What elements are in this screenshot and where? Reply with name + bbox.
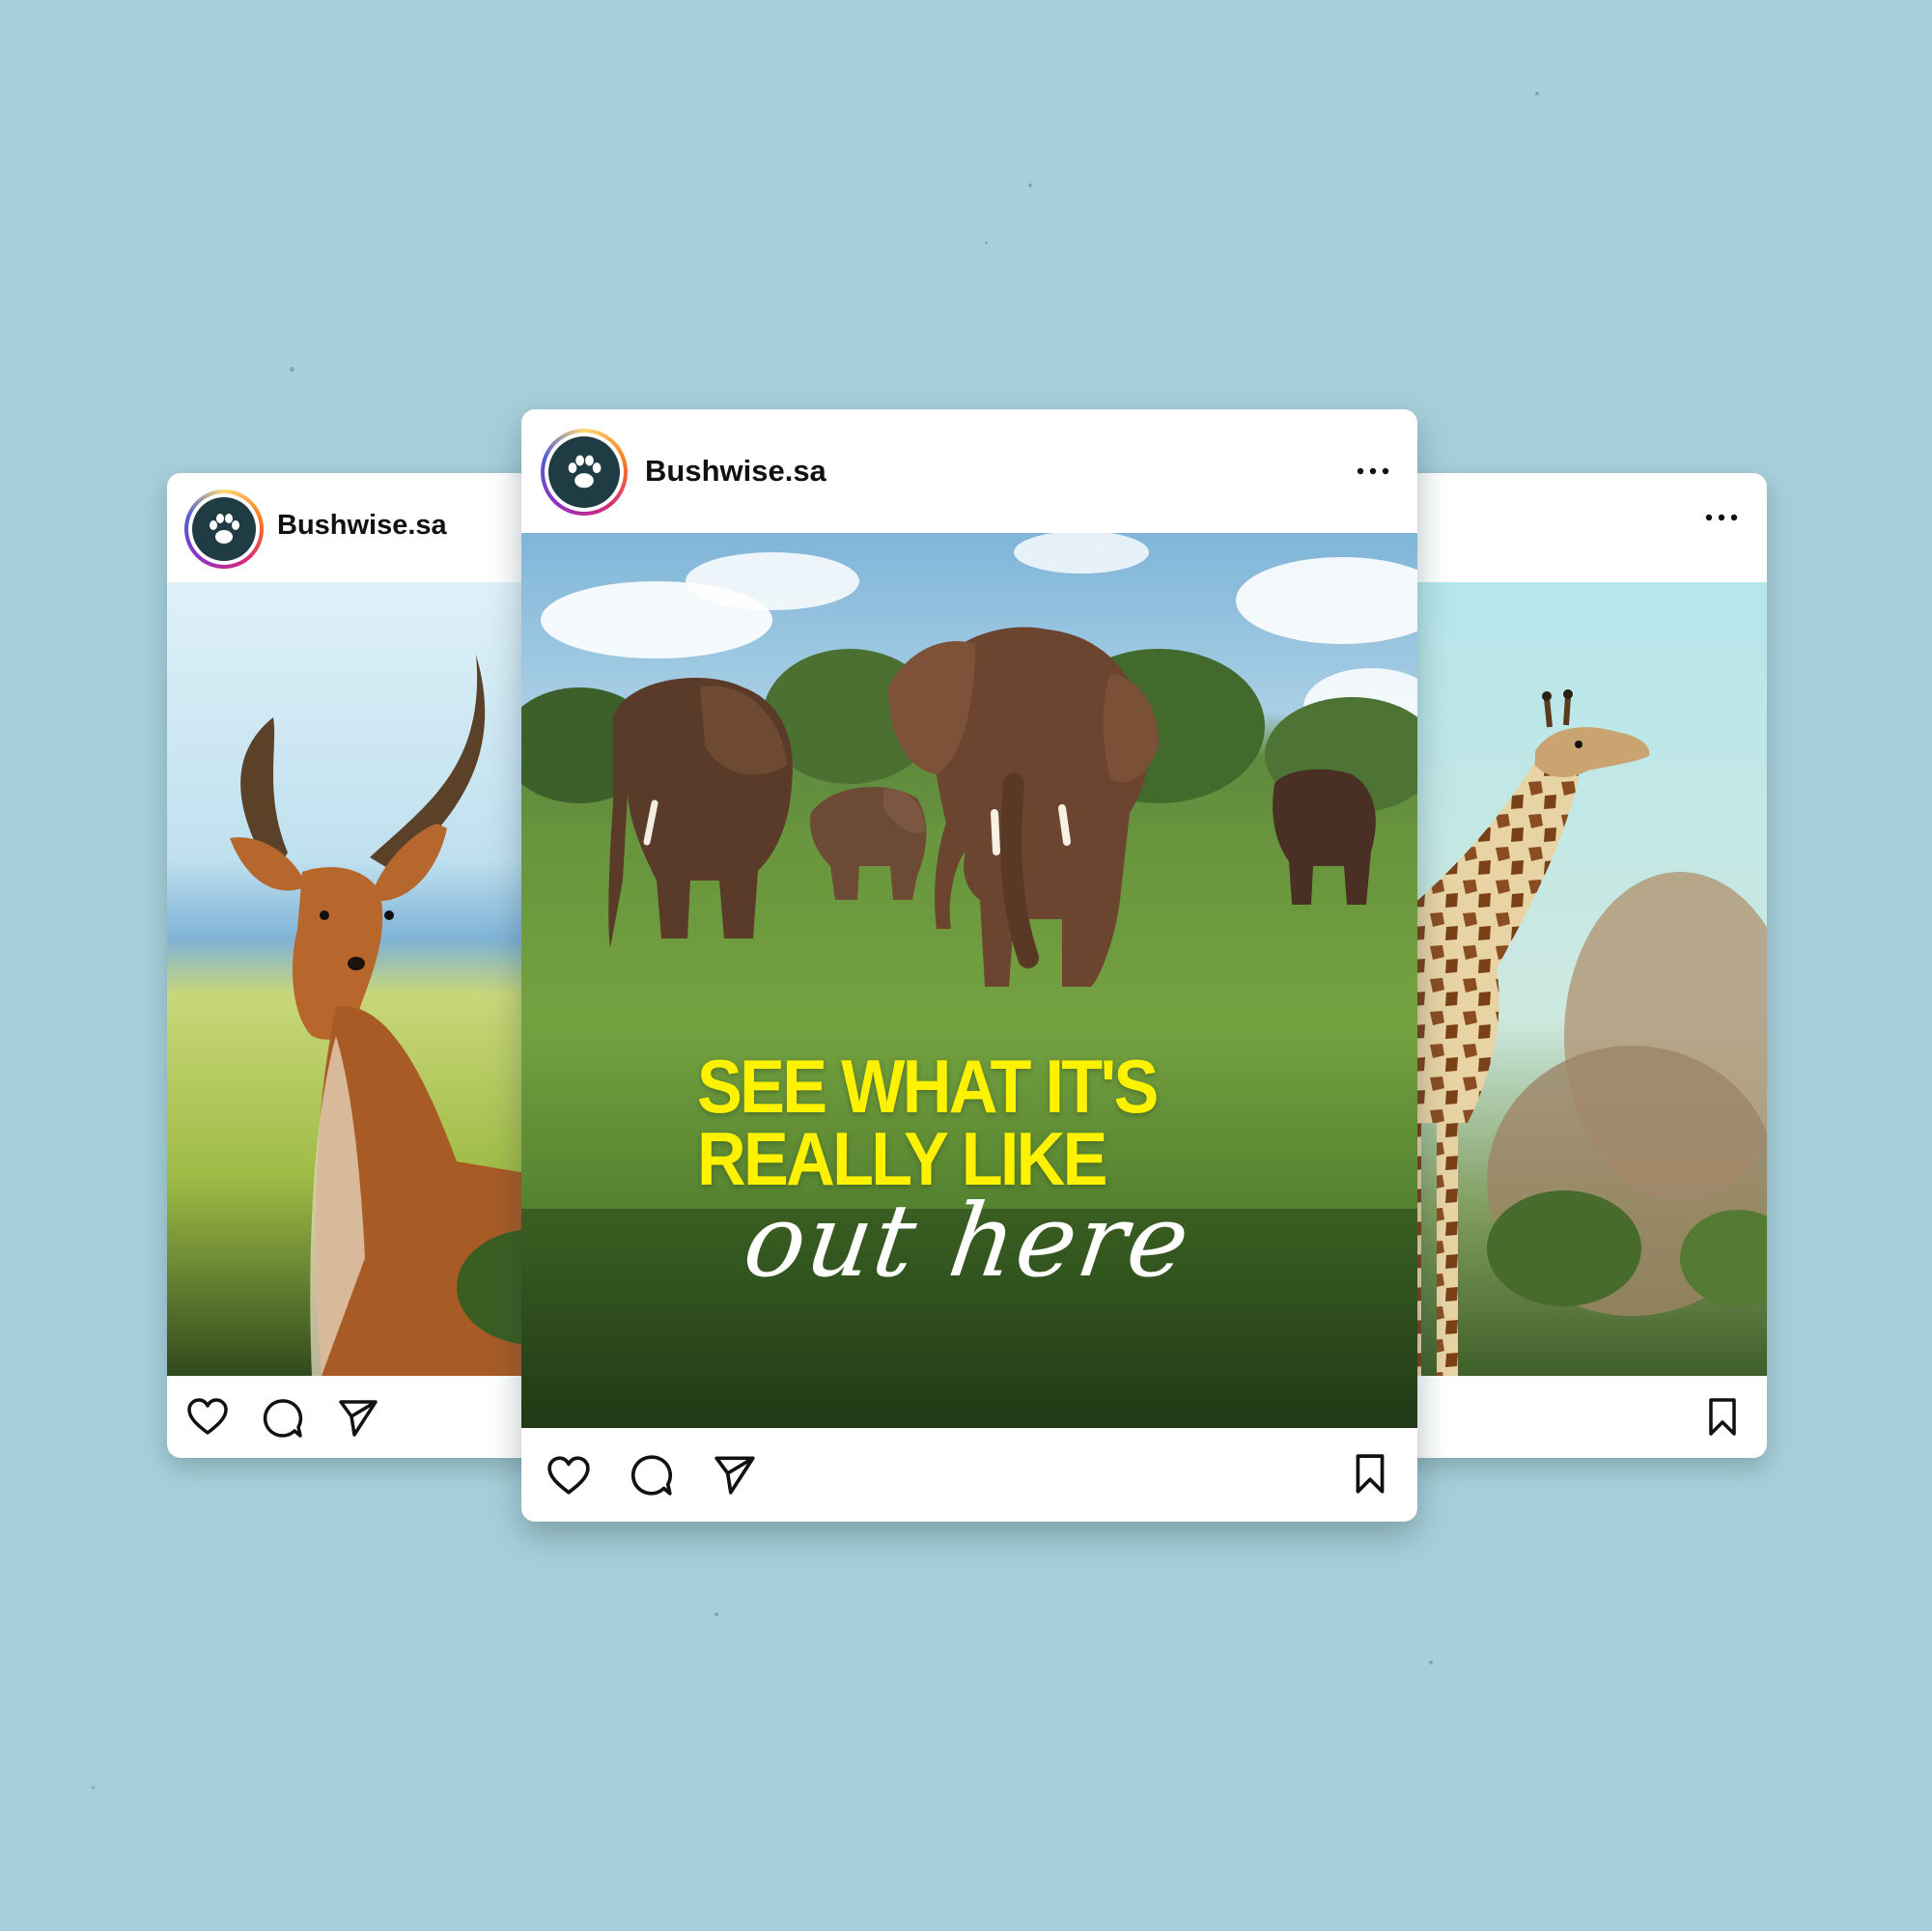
share-icon[interactable] <box>713 1453 757 1496</box>
post-photo-elephants: SEE WHAT IT'S REALLY LIKE out here <box>521 533 1417 1428</box>
share-icon[interactable] <box>337 1397 379 1438</box>
bookmark-icon[interactable] <box>1354 1453 1386 1496</box>
speck <box>1028 183 1032 187</box>
username[interactable]: Bushwise.sa <box>277 510 447 542</box>
paw-logo-icon <box>568 455 602 489</box>
heart-icon[interactable] <box>546 1455 591 1497</box>
headline-script: out here <box>737 1182 1198 1300</box>
post-photo-impala <box>167 582 573 1376</box>
speck <box>290 367 294 372</box>
bookmark-icon[interactable] <box>1707 1397 1738 1438</box>
headline-line-1: SEE WHAT IT'S <box>697 1044 1159 1129</box>
avatar[interactable] <box>184 490 264 569</box>
avatar[interactable] <box>541 429 628 516</box>
post-actions <box>521 1428 1417 1522</box>
post-card-right <box>1361 473 1767 1458</box>
post-header <box>1361 473 1767 582</box>
speck <box>1429 1661 1433 1665</box>
post-actions <box>1361 1376 1767 1458</box>
speck <box>1535 92 1539 96</box>
speck <box>985 241 988 244</box>
more-icon[interactable] <box>1704 512 1739 523</box>
post-card-left: Bushwise.sa <box>167 473 573 1458</box>
post-card-center: Bushwise.sa SEE WHAT IT'S REALLY LIKE ou… <box>521 409 1417 1522</box>
post-photo-giraffe <box>1361 582 1767 1376</box>
more-icon[interactable] <box>1356 465 1390 477</box>
comment-icon[interactable] <box>262 1397 304 1440</box>
post-header: Bushwise.sa <box>167 473 573 582</box>
post-actions <box>167 1376 573 1458</box>
paw-logo-icon <box>210 514 239 544</box>
heart-icon[interactable] <box>186 1397 229 1438</box>
post-overlay-text: SEE WHAT IT'S REALLY LIKE out here <box>521 533 1417 1428</box>
post-header: Bushwise.sa <box>521 409 1417 533</box>
username[interactable]: Bushwise.sa <box>645 454 826 489</box>
comment-icon[interactable] <box>630 1453 674 1497</box>
speck <box>92 1786 95 1789</box>
speck <box>714 1612 718 1616</box>
